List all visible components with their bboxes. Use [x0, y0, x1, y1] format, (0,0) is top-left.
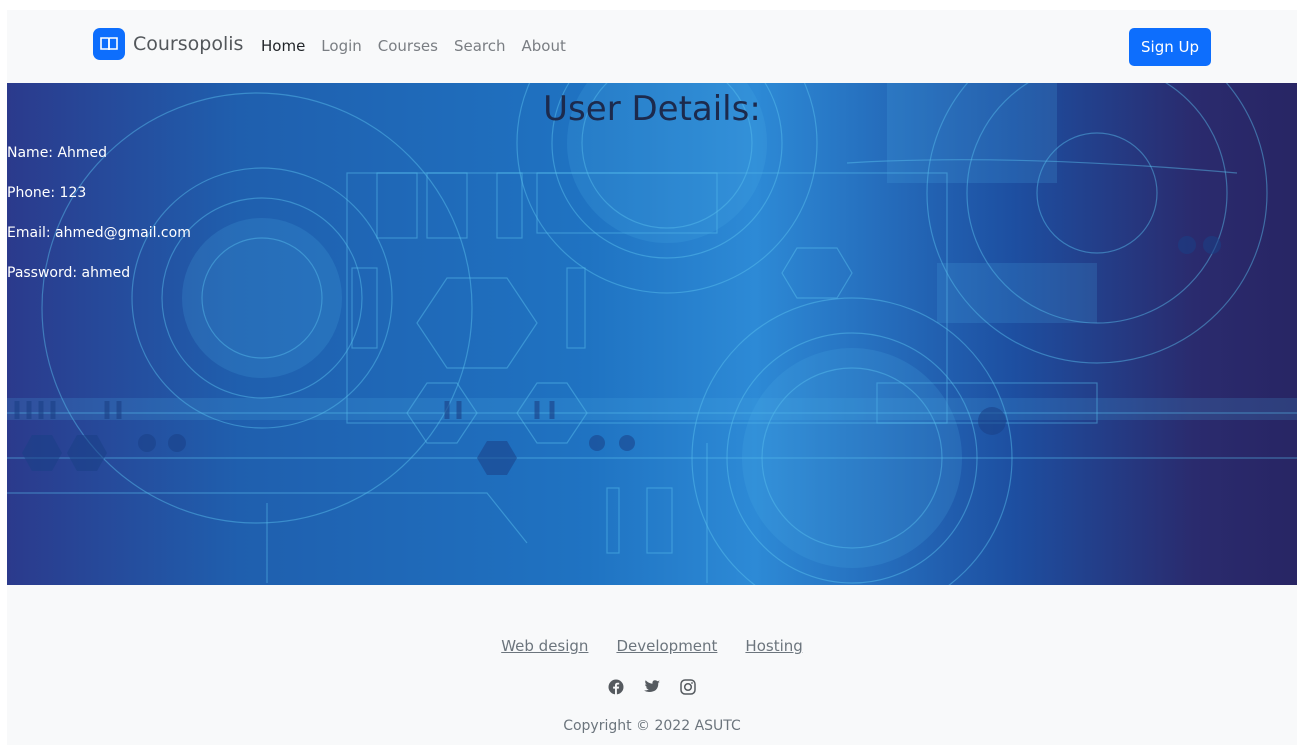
- nav-link-home[interactable]: Home: [261, 37, 305, 55]
- nav-link-about[interactable]: About: [522, 37, 566, 55]
- nav-link-login[interactable]: Login: [321, 37, 361, 55]
- page: Coursopolis Home Login Courses Search Ab…: [7, 10, 1297, 745]
- copyright: Copyright © 2022 ASUTC: [563, 718, 741, 734]
- facebook-icon[interactable]: [607, 678, 625, 696]
- page-title: User Details:: [543, 89, 761, 129]
- footer-link-hosting[interactable]: Hosting: [745, 637, 802, 655]
- footer-link-development[interactable]: Development: [616, 637, 717, 655]
- nav-link-search[interactable]: Search: [454, 37, 506, 55]
- user-name-line: Name: Ahmed: [7, 145, 108, 161]
- brand-name: Coursopolis: [133, 33, 244, 55]
- social-links: [7, 678, 1297, 696]
- instagram-icon[interactable]: [679, 678, 697, 696]
- nav-links: Home Login Courses Search About: [261, 37, 582, 55]
- sign-up-button[interactable]: Sign Up: [1129, 28, 1211, 66]
- footer-links: Web design Development Hosting: [7, 637, 1297, 655]
- user-password-line: Password: ahmed: [7, 265, 131, 281]
- user-phone-line: Phone: 123: [7, 185, 87, 201]
- user-details-hero: User Details: Name: Ahmed Phone: 123 Ema…: [7, 83, 1297, 585]
- tech-background-image: [7, 83, 1297, 585]
- nav-link-courses[interactable]: Courses: [378, 37, 438, 55]
- twitter-icon[interactable]: [643, 678, 661, 696]
- book-icon: [93, 28, 125, 60]
- footer-link-web-design[interactable]: Web design: [501, 637, 588, 655]
- navbar: Coursopolis Home Login Courses Search Ab…: [7, 10, 1297, 83]
- user-email-line: Email: ahmed@gmail.com: [7, 225, 191, 241]
- brand-link[interactable]: Coursopolis: [93, 28, 243, 60]
